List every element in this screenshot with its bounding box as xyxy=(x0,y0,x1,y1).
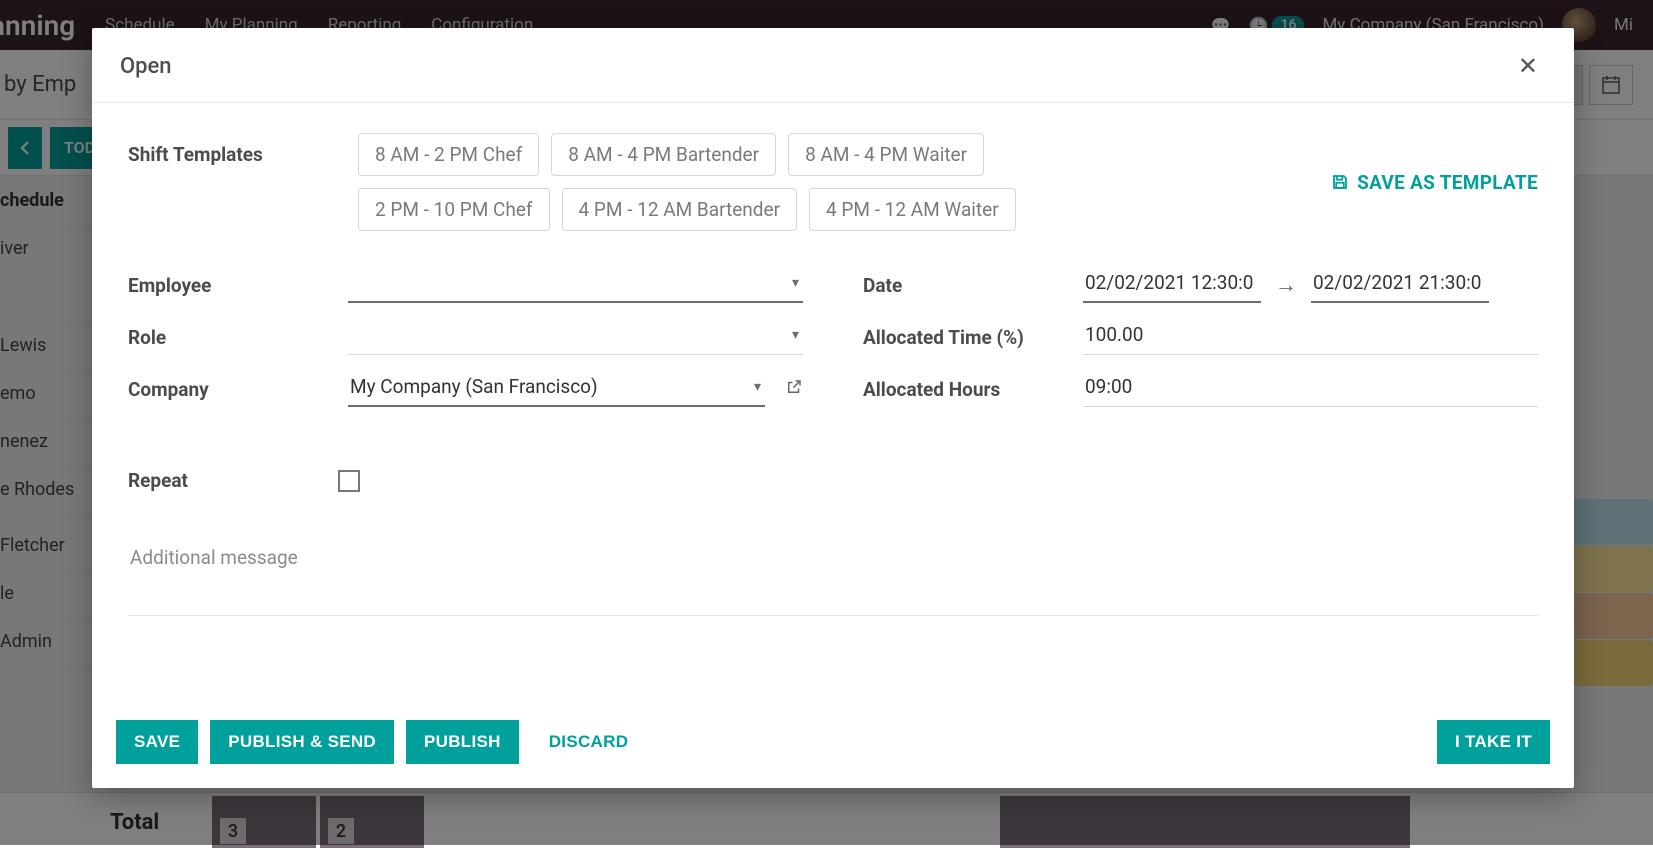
left-column: Employee ▾ Role ▾ Company xyxy=(128,267,803,423)
dialog-header: Open ✕ xyxy=(92,28,1574,103)
allocated-time-field[interactable] xyxy=(1083,319,1538,355)
shift-templates-label: Shift Templates xyxy=(128,133,318,231)
save-icon xyxy=(1331,173,1349,191)
arrow-right-icon: → xyxy=(1275,272,1297,298)
additional-message-field[interactable] xyxy=(128,536,1538,616)
close-icon[interactable]: ✕ xyxy=(1510,50,1546,82)
date-start-field[interactable] xyxy=(1083,267,1261,303)
allocated-hours-field[interactable] xyxy=(1083,371,1538,407)
dialog-footer: SAVE PUBLISH & SEND PUBLISH DISCARD I TA… xyxy=(92,702,1574,788)
template-chip[interactable]: 4 PM - 12 AM Waiter xyxy=(809,188,1016,231)
shift-template-chips: 8 AM - 2 PM Chef 8 AM - 4 PM Bartender 8… xyxy=(358,133,1138,231)
date-end-field[interactable] xyxy=(1311,267,1489,303)
company-label: Company xyxy=(128,378,338,401)
repeat-checkbox[interactable] xyxy=(338,470,360,492)
allocated-hours-label: Allocated Hours xyxy=(863,378,1073,401)
publish-send-button[interactable]: PUBLISH & SEND xyxy=(210,720,394,764)
external-link-icon[interactable] xyxy=(785,378,803,401)
role-label: Role xyxy=(128,326,338,349)
discard-button[interactable]: DISCARD xyxy=(531,720,647,764)
right-column: Date → Allocated Time (%) Allocated Hour… xyxy=(863,267,1538,423)
template-chip[interactable]: 8 AM - 4 PM Bartender xyxy=(551,133,776,176)
template-chip[interactable]: 8 AM - 2 PM Chef xyxy=(358,133,539,176)
allocated-time-label: Allocated Time (%) xyxy=(863,326,1073,349)
date-label: Date xyxy=(863,274,1073,297)
save-as-template-label: SAVE AS TEMPLATE xyxy=(1357,171,1538,194)
employee-field[interactable] xyxy=(348,267,803,303)
employee-label: Employee xyxy=(128,274,338,297)
company-field[interactable] xyxy=(348,371,765,407)
publish-button[interactable]: PUBLISH xyxy=(406,720,519,764)
shift-dialog: Open ✕ Shift Templates 8 AM - 2 PM Chef … xyxy=(92,28,1574,788)
dialog-title: Open xyxy=(120,54,172,79)
template-chip[interactable]: 4 PM - 12 AM Bartender xyxy=(562,188,798,231)
i-take-it-button[interactable]: I TAKE IT xyxy=(1437,720,1550,764)
save-as-template-button[interactable]: SAVE AS TEMPLATE xyxy=(1331,133,1538,231)
template-chip[interactable]: 8 AM - 4 PM Waiter xyxy=(788,133,984,176)
repeat-label: Repeat xyxy=(128,469,338,492)
save-button[interactable]: SAVE xyxy=(116,720,198,764)
dialog-body: Shift Templates 8 AM - 2 PM Chef 8 AM - … xyxy=(92,103,1574,702)
template-chip[interactable]: 2 PM - 10 PM Chef xyxy=(358,188,550,231)
role-field[interactable] xyxy=(348,319,803,355)
